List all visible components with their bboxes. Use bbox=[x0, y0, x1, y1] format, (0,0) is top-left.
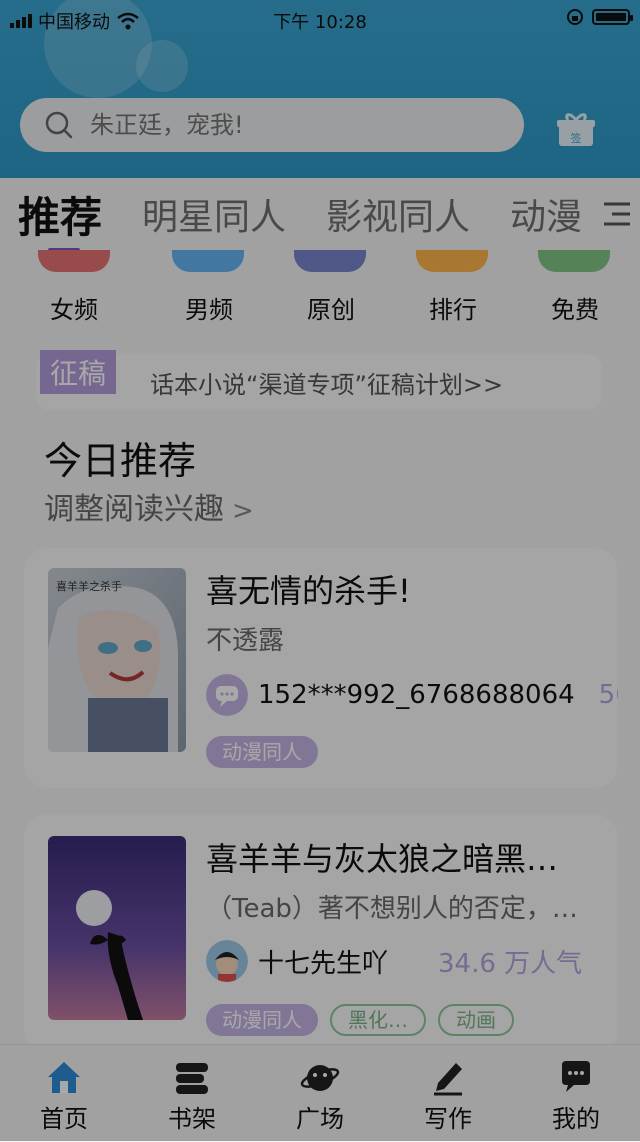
modal-backdrop[interactable] bbox=[0, 0, 640, 1141]
